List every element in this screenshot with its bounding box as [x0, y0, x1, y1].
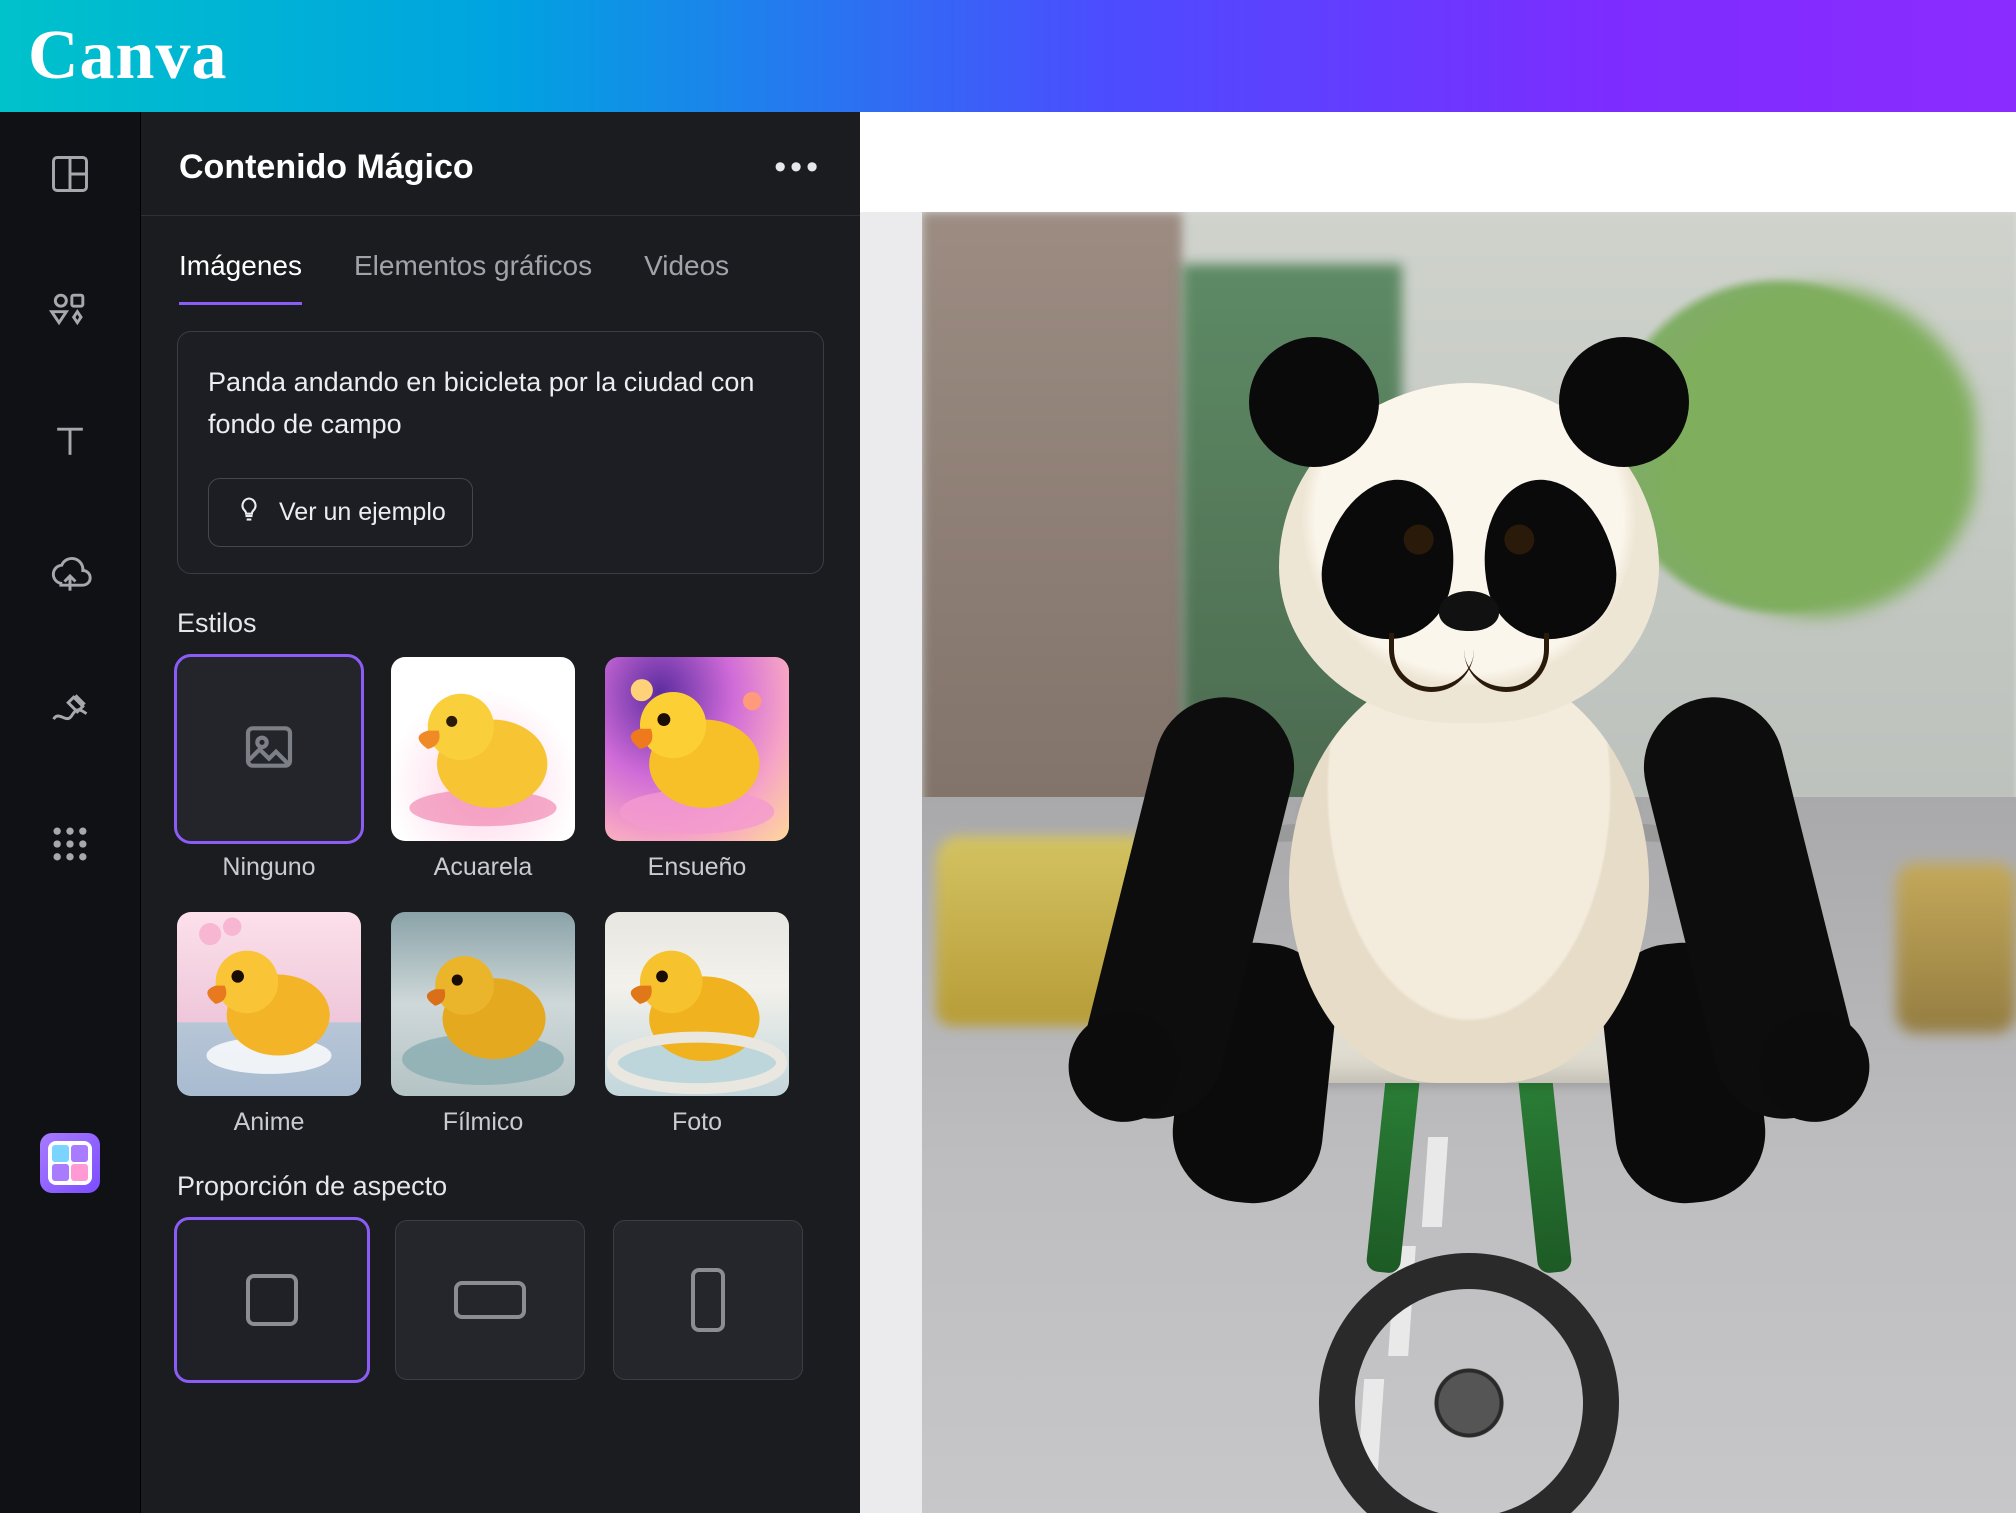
style-option-none[interactable]: Ninguno: [177, 657, 361, 882]
image-placeholder-icon: [241, 719, 297, 780]
style-option-photo[interactable]: Foto: [605, 912, 789, 1137]
canva-logo: Canva: [28, 16, 227, 96]
style-option-dreamy[interactable]: Ensueño: [605, 657, 789, 882]
canvas-area: [860, 112, 2016, 1513]
tab-images[interactable]: Imágenes: [179, 250, 302, 305]
draw-icon[interactable]: [48, 688, 92, 732]
prompt-input[interactable]: Panda andando en bicicleta por la ciudad…: [208, 362, 793, 448]
style-label: Anime: [234, 1108, 305, 1137]
text-icon[interactable]: [48, 420, 92, 464]
see-example-label: Ver un ejemplo: [279, 498, 446, 527]
styles-grid: Ninguno Acuarela Ensueño Anime: [141, 657, 860, 1137]
prompt-box: Panda andando en bicicleta por la ciudad…: [177, 331, 824, 574]
left-rail: [0, 112, 140, 1513]
portrait-icon: [691, 1268, 725, 1332]
see-example-button[interactable]: Ver un ejemplo: [208, 478, 473, 547]
content-type-tabs: Imágenes Elementos gráficos Videos: [141, 216, 860, 305]
styles-heading: Estilos: [141, 574, 860, 657]
panel-title: Contenido Mágico: [179, 148, 474, 187]
main-layout: Contenido Mágico ••• Imágenes Elementos …: [0, 112, 2016, 1513]
uploads-icon[interactable]: [48, 554, 92, 598]
canvas-surface[interactable]: [860, 212, 2016, 1513]
tab-graphics[interactable]: Elementos gráficos: [354, 250, 592, 305]
lightbulb-icon: [235, 495, 263, 530]
style-label: Fílmico: [443, 1108, 524, 1137]
magic-content-panel: Contenido Mágico ••• Imágenes Elementos …: [140, 112, 860, 1513]
tab-videos[interactable]: Videos: [644, 250, 729, 305]
style-label: Foto: [672, 1108, 722, 1137]
panel-more-button[interactable]: •••: [774, 164, 822, 171]
square-icon: [246, 1274, 298, 1326]
canvas-toolbar: [860, 112, 2016, 212]
elements-icon[interactable]: [48, 286, 92, 330]
style-label: Ninguno: [222, 853, 315, 882]
magic-media-app-icon[interactable]: [40, 1133, 100, 1193]
aspect-portrait[interactable]: [613, 1220, 803, 1380]
generated-image-panda[interactable]: [922, 212, 2016, 1513]
top-brand-bar: Canva: [0, 0, 2016, 112]
style-label: Acuarela: [434, 853, 533, 882]
aspect-square[interactable]: [177, 1220, 367, 1380]
aspect-ratio-options: [141, 1220, 860, 1420]
style-option-anime[interactable]: Anime: [177, 912, 361, 1137]
templates-icon[interactable]: [48, 152, 92, 196]
landscape-icon: [454, 1281, 526, 1319]
apps-icon[interactable]: [48, 822, 92, 866]
aspect-heading: Proporción de aspecto: [141, 1137, 860, 1220]
style-label: Ensueño: [648, 853, 747, 882]
aspect-landscape[interactable]: [395, 1220, 585, 1380]
style-option-filmic[interactable]: Fílmico: [391, 912, 575, 1137]
artboard[interactable]: [922, 212, 2016, 1513]
style-option-watercolor[interactable]: Acuarela: [391, 657, 575, 882]
